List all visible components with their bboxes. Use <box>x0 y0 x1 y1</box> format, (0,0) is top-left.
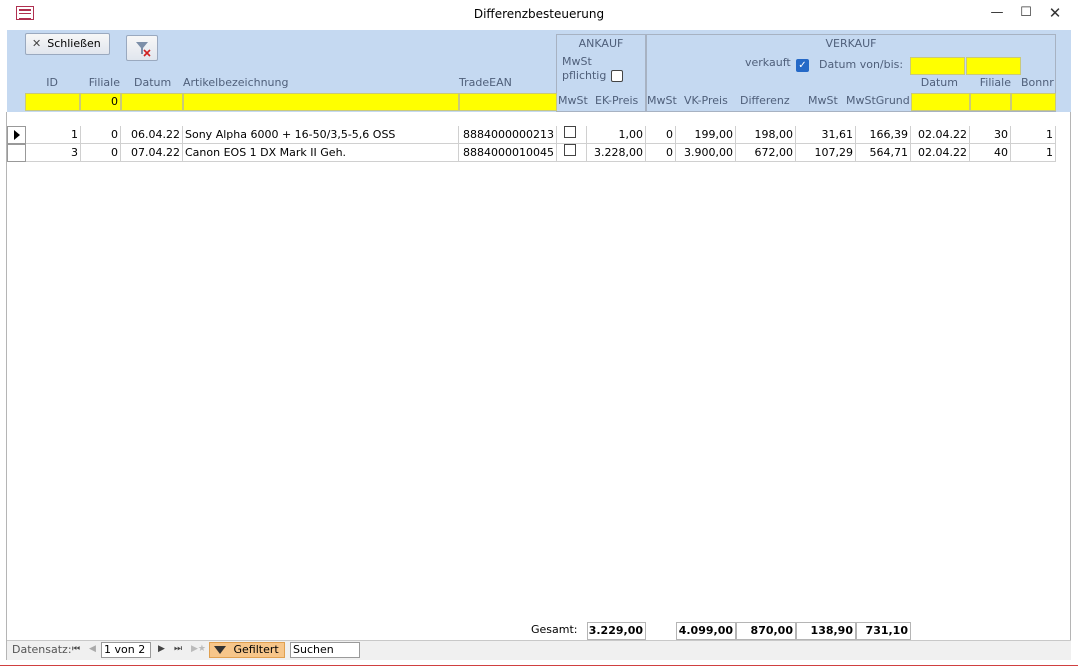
col-datum-header: Datum <box>134 76 172 89</box>
filter-toggle-button[interactable]: Gefiltert <box>209 642 285 658</box>
mwst-pflichtig-checkbox[interactable] <box>611 70 623 82</box>
table-cell-mwst-betrag[interactable]: 107,29 <box>796 144 856 162</box>
verkauft-checkbox[interactable]: ✓ <box>796 59 809 72</box>
table-cell-vk-filiale[interactable]: 40 <box>970 144 1011 162</box>
table-cell-vk-preis[interactable]: 199,00 <box>676 126 736 144</box>
table-cell-vk-datum[interactable]: 02.04.22 <box>911 144 970 162</box>
col-filiale-header: Filiale <box>88 76 120 89</box>
table-cell-datum[interactable]: 07.04.22 <box>121 144 183 162</box>
minimize-icon[interactable]: — <box>983 2 1011 26</box>
next-record-icon[interactable]: ▶ <box>158 644 165 654</box>
table-cell-ek-preis[interactable]: 3.228,00 <box>587 144 646 162</box>
search-field[interactable]: Suchen <box>290 642 360 658</box>
mwst-pflichtig-label-2: pflichtig <box>562 69 607 82</box>
table-cell-datum[interactable]: 06.04.22 <box>121 126 183 144</box>
col-mwst-grund-header: MwStGrund <box>846 94 910 107</box>
col-mwst-vk-header: MwSt <box>647 94 677 107</box>
filter-vk-datum-field[interactable] <box>911 93 970 111</box>
form-left-border <box>6 112 7 660</box>
table-cell-id[interactable]: 1 <box>26 126 81 144</box>
form-right-border <box>1070 112 1071 660</box>
col-ean-header: TradeEAN <box>459 76 512 89</box>
table-cell-mwst-grund[interactable]: 564,71 <box>856 144 911 162</box>
table-cell-mwst-grund[interactable]: 166,39 <box>856 126 911 144</box>
table-cell-filiale[interactable]: 0 <box>81 126 121 144</box>
col-bonnr-header: Bonnr <box>1021 76 1054 89</box>
table-cell-differenz[interactable]: 198,00 <box>736 126 796 144</box>
total-mwst-betrag: 138,90 <box>796 622 856 640</box>
filter-artikel-field[interactable] <box>183 93 459 111</box>
current-record-field[interactable]: 1 von 2 <box>101 642 151 658</box>
ankauf-heading: ANKAUF <box>578 37 624 50</box>
totals-label: Gesamt: <box>531 623 578 636</box>
funnel-icon <box>214 646 226 654</box>
close-x-icon: ✕ <box>32 37 42 50</box>
datum-von-field[interactable] <box>910 57 965 75</box>
col-vk-filiale-header: Filiale <box>979 76 1011 89</box>
record-navigation-bar <box>7 640 1071 660</box>
datum-von-bis-label: Datum von/bis: <box>819 58 904 71</box>
col-differenz-header: Differenz <box>740 94 790 107</box>
last-record-icon[interactable]: ⏭ <box>174 644 182 654</box>
col-id-header: ID <box>46 76 58 89</box>
table-cell-mwst-vk[interactable]: 0 <box>646 144 676 162</box>
current-record-arrow-icon <box>14 130 20 140</box>
table-cell-mwst-betrag[interactable]: 31,61 <box>796 126 856 144</box>
total-vk-preis: 4.099,00 <box>676 622 736 640</box>
mwst-pflichtig-label-1: MwSt <box>562 55 592 68</box>
window-bottom-border <box>0 665 1078 666</box>
record-selector[interactable] <box>7 144 26 162</box>
maximize-icon[interactable]: ☐ <box>1012 2 1040 26</box>
table-cell-bonnr[interactable]: 1 <box>1011 144 1056 162</box>
table-cell-vk-filiale[interactable]: 30 <box>970 126 1011 144</box>
col-ek-preis-header: EK-Preis <box>595 94 639 107</box>
verkauf-heading: VERKAUF <box>825 37 877 50</box>
window-title: Differenzbesteuerung <box>473 7 605 21</box>
new-record-icon[interactable]: ▶★ <box>191 644 206 654</box>
close-button-label: Schließen <box>47 37 101 50</box>
table-cell-ek-preis[interactable]: 1,00 <box>587 126 646 144</box>
clear-filter-button[interactable] <box>126 35 158 61</box>
col-mwst-betrag-header: MwSt <box>808 94 838 107</box>
table-cell-mwst-flag <box>557 144 587 162</box>
table-cell-ean[interactable]: 8884000010045 <box>459 144 557 162</box>
record-label: Datensatz: <box>12 643 72 656</box>
filter-ean-field[interactable] <box>459 93 557 111</box>
total-ek-preis: 3.229,00 <box>587 622 646 640</box>
first-record-icon[interactable]: ⏮ <box>72 644 80 654</box>
record-selector[interactable] <box>7 126 26 144</box>
total-differenz: 870,00 <box>736 622 796 640</box>
filter-vk-filiale-field[interactable] <box>970 93 1011 111</box>
filter-status-label: Gefiltert <box>233 643 279 656</box>
col-artikel-header: Artikelbezeichnung <box>183 76 289 89</box>
table-cell-differenz[interactable]: 672,00 <box>736 144 796 162</box>
previous-record-icon[interactable]: ◀ <box>89 644 96 654</box>
close-button[interactable]: ✕ Schließen <box>25 33 110 55</box>
table-cell-mwst-vk[interactable]: 0 <box>646 126 676 144</box>
table-cell-ean[interactable]: 8884000000213 <box>459 126 557 144</box>
filter-filiale-field[interactable]: 0 <box>80 93 121 111</box>
filter-remove-icon <box>136 42 151 57</box>
col-vk-preis-header: VK-Preis <box>684 94 728 107</box>
mwst-flag-checkbox[interactable] <box>564 144 576 156</box>
table-cell-vk-preis[interactable]: 3.900,00 <box>676 144 736 162</box>
table-cell-mwst-flag <box>557 126 587 144</box>
table-cell-id[interactable]: 3 <box>26 144 81 162</box>
table-cell-filiale[interactable]: 0 <box>81 144 121 162</box>
verkauft-label: verkauft <box>745 56 791 69</box>
datum-bis-field[interactable] <box>966 57 1021 75</box>
filter-bonnr-field[interactable] <box>1011 93 1056 111</box>
filter-datum-field[interactable] <box>121 93 183 111</box>
table-cell-artikel[interactable]: Canon EOS 1 DX Mark II Geh. <box>183 144 459 162</box>
filter-id-field[interactable] <box>25 93 80 111</box>
total-mwst-grund: 731,10 <box>856 622 911 640</box>
col-mwst-ankauf-header: MwSt <box>558 94 588 107</box>
close-window-icon[interactable]: ✕ <box>1041 2 1069 26</box>
table-cell-bonnr[interactable]: 1 <box>1011 126 1056 144</box>
mwst-flag-checkbox[interactable] <box>564 126 576 138</box>
table-cell-vk-datum[interactable]: 02.04.22 <box>911 126 970 144</box>
col-vk-datum-header: Datum <box>920 76 958 89</box>
table-cell-artikel[interactable]: Sony Alpha 6000 + 16-50/3,5-5,6 OSS <box>183 126 459 144</box>
